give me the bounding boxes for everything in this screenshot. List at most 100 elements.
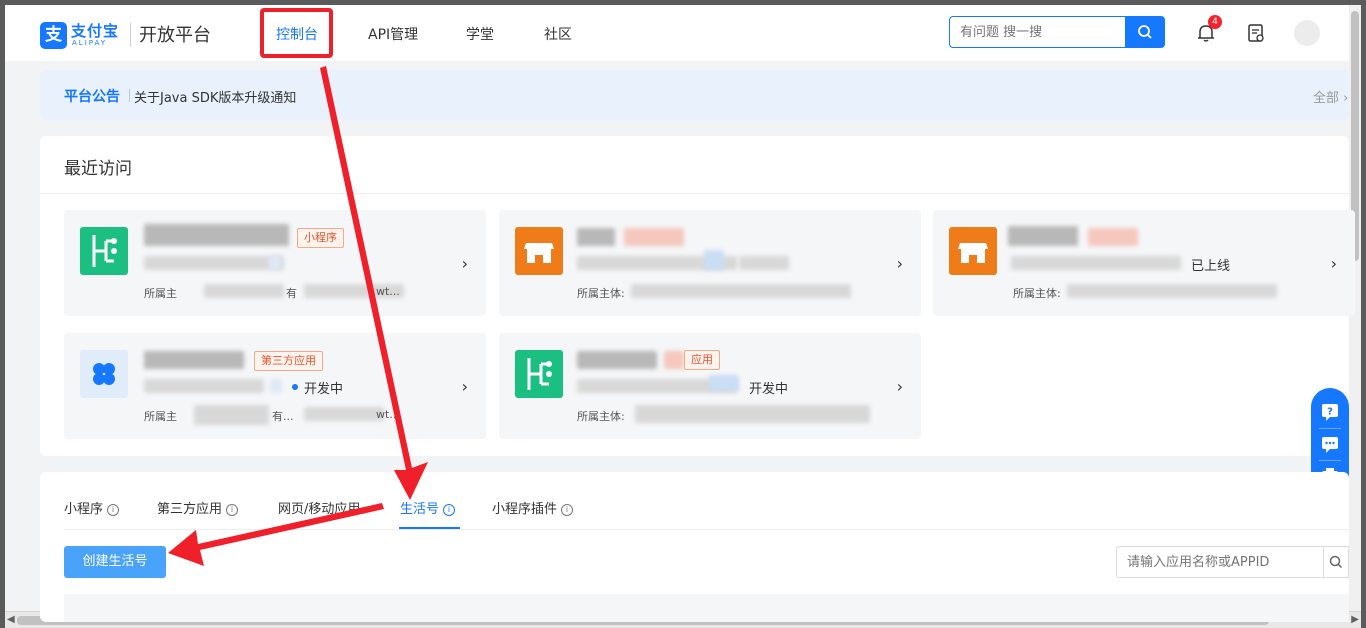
redacted-status [704,250,724,270]
svg-text:?: ? [1327,407,1333,418]
tab-label: 网页/移动应用 [278,502,361,517]
redacted-app-name [577,351,657,369]
all-label: 全部 [1313,91,1340,106]
tab-third-party-app[interactable]: 第三方应用 i [157,498,239,517]
redacted-tag [1088,228,1138,246]
info-icon[interactable]: i [107,504,120,516]
app-search-button[interactable] [1323,546,1349,578]
tabs-divider [64,529,1349,530]
window-frame-left [0,0,5,628]
redacted-status [739,256,789,270]
tab-label: 小程序 [64,502,104,517]
announcement-bar: 平台公告 关于Java SDK版本升级通知 全部 › [40,70,1349,120]
divider [1319,460,1341,461]
search-input[interactable] [949,16,1126,48]
tab-miniprogram[interactable]: 小程序 i [64,498,120,517]
window-frame-right [1361,0,1366,628]
search-icon [1329,555,1343,569]
copy-icon[interactable] [270,379,282,393]
app-status: 开发中 [749,382,789,397]
search-button[interactable] [1125,16,1165,48]
chevron-right-icon[interactable]: › [462,254,468,273]
announcement-divider [129,89,130,102]
nav-console-highlight[interactable]: 控制台 [260,8,333,58]
recent-card[interactable]: 小程序 所属主 有 wt... › [64,210,486,316]
owner-label: 所属主体: [577,287,625,300]
redacted-app-id [144,256,284,270]
app-type-tag: 第三方应用 [254,351,323,371]
nav-item-academy[interactable]: 学堂 [466,24,494,44]
recent-card[interactable]: 所属主体: › [499,210,921,316]
owner-suffix: 有 [286,287,297,300]
redacted-app-id [1011,256,1181,270]
recent-card[interactable]: 已上线 所属主体: › [933,210,1355,316]
app-search-input[interactable] [1116,546,1324,578]
help-icon[interactable]: ? [1320,402,1340,422]
store-icon [949,227,997,275]
logo-text[interactable]: 支付宝 [71,20,119,41]
nav-item-community[interactable]: 社区 [544,24,572,44]
app-type-tag: 小程序 [297,228,344,248]
announcement-link[interactable]: 关于Java SDK版本升级通知 [134,87,296,106]
copy-icon[interactable] [269,256,281,270]
announcement-all-link[interactable]: 全部 › [1313,87,1348,106]
redacted-owner [204,284,284,298]
divider [1319,428,1341,429]
tab-label: 生活号 [400,502,440,517]
info-icon[interactable]: i [561,504,574,516]
redacted-owner [631,284,851,298]
avatar[interactable] [1294,20,1320,46]
chevron-right-icon[interactable]: › [1331,254,1337,273]
tab-life-account[interactable]: 生活号 i [400,498,456,517]
logo-divider [130,23,131,47]
create-life-account-button[interactable]: 创建生活号 [64,546,166,578]
redacted-owner [194,405,269,425]
scroll-right-arrow-icon[interactable]: ▶ [1351,614,1359,625]
chevron-right-icon[interactable]: › [462,377,468,396]
miniprogram-icon [80,227,128,275]
tab-web-mobile-app[interactable]: 网页/移动应用 [278,498,360,517]
search-icon [1138,25,1152,39]
owner-tail: wt... [376,285,400,298]
redacted-app-name [144,351,244,369]
redacted-tag [624,228,684,246]
tab-miniprogram-plugin[interactable]: 小程序插件 i [492,498,574,517]
owner-tail: wt... [376,408,400,421]
chevron-right-icon: › [1339,91,1349,106]
document-icon[interactable] [1245,22,1267,44]
table-header [64,594,1349,622]
owner-suffix: 有... [272,410,294,423]
tab-label: 小程序插件 [492,502,558,517]
app-type-tag: 应用 [684,350,720,370]
redacted-owner [304,407,384,421]
info-icon[interactable]: i [443,504,456,516]
nav-item-console[interactable]: 控制台 [276,24,318,44]
owner-label: 所属主 [144,287,177,300]
redacted-app-name [144,224,289,246]
store-icon [515,227,563,275]
announcement-tag: 平台公告 [64,89,120,105]
recent-visits-title: 最近访问 [64,159,132,179]
app-management-panel: 小程序 i 第三方应用 i 网页/移动应用 生活号 i 小程序插件 i 创建生活号 [40,472,1349,622]
redacted-app-id [144,379,264,393]
redacted-status [709,375,739,391]
info-icon[interactable]: i [226,504,239,516]
redacted-owner [1067,284,1277,298]
chat-icon[interactable] [1320,434,1340,454]
miniprogram-icon [515,350,563,398]
top-header: 支 支付宝 ALIPAY 开放平台 控制台 API管理 学堂 社区 4 [5,5,1349,61]
recent-visits-panel: 最近访问 小程序 所属主 有 wt... › 所属主体: › 已上线 所属主体:… [40,136,1355,456]
redacted-owner [635,405,870,423]
recent-card[interactable]: 应用 开发中 所属主体: › [499,333,921,439]
clover-icon [80,350,128,398]
notification-badge: 4 [1208,15,1222,29]
status-dot [292,384,298,390]
nav-item-api[interactable]: API管理 [368,24,418,44]
chevron-right-icon[interactable]: › [897,254,903,273]
alipay-logo-icon[interactable]: 支 [40,22,67,49]
owner-label: 所属主体: [577,410,625,423]
platform-name: 开放平台 [139,25,211,46]
chevron-right-icon[interactable]: › [897,377,903,396]
recent-card[interactable]: 第三方应用 开发中 所属主 有... wt... › [64,333,486,439]
scroll-left-arrow-icon[interactable]: ◀ [7,614,15,625]
